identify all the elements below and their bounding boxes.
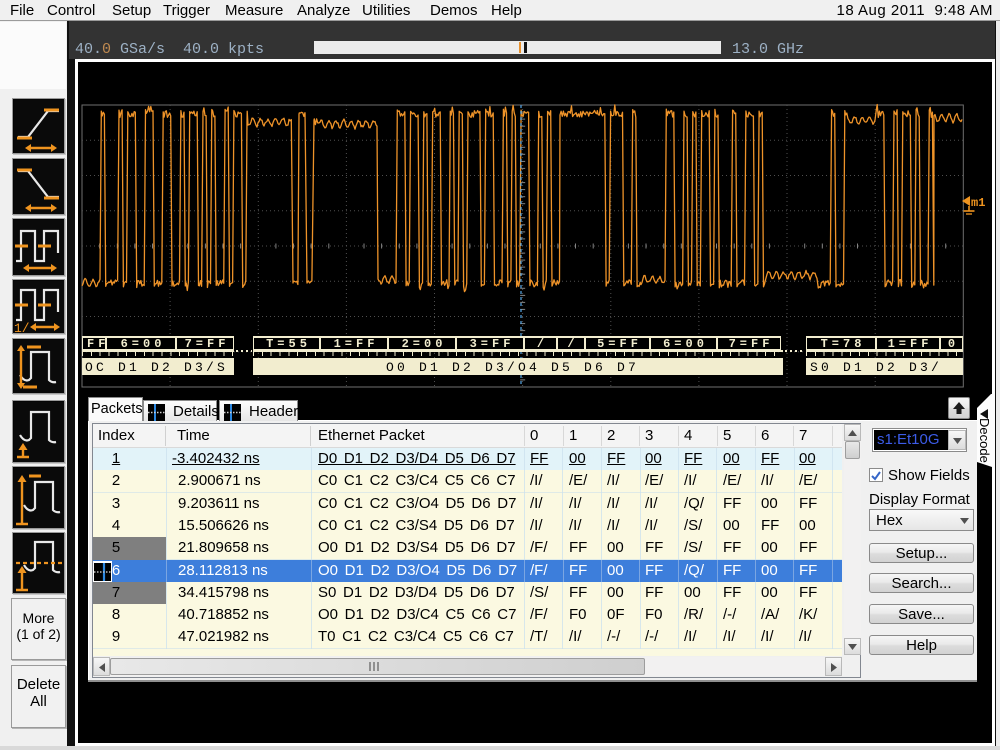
svg-text:m1: m1 xyxy=(971,196,985,210)
svg-text:Decode: Decode xyxy=(977,418,992,463)
svg-text:1/: 1/ xyxy=(14,321,30,333)
